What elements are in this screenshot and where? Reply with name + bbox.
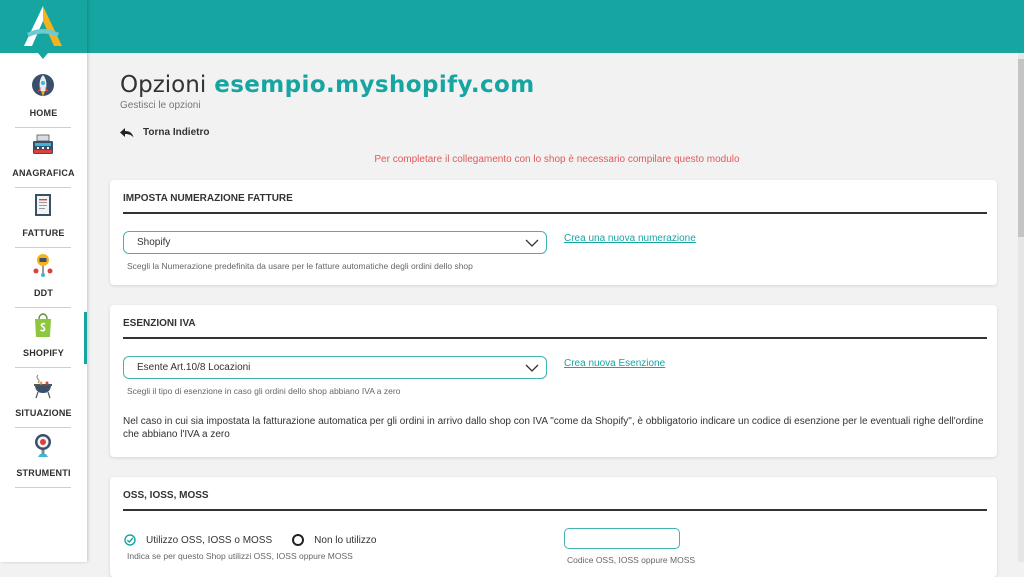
oss-card: OSS, IOSS, MOSS Utilizzo OSS, IOSS o MOS… xyxy=(110,477,997,577)
esenzione-note: Nel caso in cui sia impostata la fattura… xyxy=(123,416,984,440)
esenzioni-heading: ESENZIONI IVA xyxy=(123,318,196,329)
app-logo[interactable] xyxy=(0,0,87,53)
cash-register-icon xyxy=(33,134,53,154)
sidebar-item-label: DDT xyxy=(33,288,54,298)
chevron-down-icon xyxy=(525,364,539,372)
logo-icon xyxy=(24,6,62,46)
invoice-icon xyxy=(35,194,51,216)
oss-option-yes[interactable]: Utilizzo OSS, IOSS o MOSS xyxy=(124,534,272,546)
sidebar-nav: HOME ANAGRAFICA FATTURE DDT SHOPIFY SITU… xyxy=(0,68,87,488)
sidebar: HOME ANAGRAFICA FATTURE DDT SHOPIFY SITU… xyxy=(0,0,87,562)
numerazione-help: Scegli la Numerazione predefinita da usa… xyxy=(127,261,473,271)
top-bar xyxy=(0,0,1024,53)
barbecue-icon xyxy=(34,374,52,399)
sidebar-item-home[interactable]: HOME xyxy=(0,68,87,128)
numerazione-heading: IMPOSTA NUMERAZIONE FATTURE xyxy=(123,193,293,204)
alert-message: Per completare il collegamento con lo sh… xyxy=(374,154,740,165)
sidebar-item-strumenti[interactable]: STRUMENTI xyxy=(0,428,87,488)
delivery-note-icon xyxy=(33,254,53,277)
page-scrollbar[interactable] xyxy=(1018,53,1024,562)
sidebar-item-label: ANAGRAFICA xyxy=(12,168,75,178)
tools-icon xyxy=(35,434,51,457)
oss-heading: OSS, IOSS, MOSS xyxy=(123,490,209,501)
logo-caret xyxy=(38,53,48,59)
section-rule xyxy=(123,337,987,339)
sidebar-item-label: SITUAZIONE xyxy=(15,408,72,418)
sidebar-item-label: STRUMENTI xyxy=(16,468,71,478)
esenzioni-card: ESENZIONI IVA Esente Art.10/8 Locazioni … xyxy=(110,305,997,457)
sidebar-item-ddt[interactable]: DDT xyxy=(0,248,87,308)
sidebar-item-fatture[interactable]: FATTURE xyxy=(0,188,87,248)
new-esenzione-link[interactable]: Crea nuova Esenzione xyxy=(564,358,665,369)
numerazione-card: IMPOSTA NUMERAZIONE FATTURE Shopify Sceg… xyxy=(110,180,997,285)
section-rule xyxy=(123,212,987,214)
esenzione-help: Scegli il tipo di esenzione in caso gli … xyxy=(127,386,401,396)
back-button-label: Torna Indietro xyxy=(143,127,210,138)
esenzione-select-value: Esente Art.10/8 Locazioni xyxy=(137,362,251,373)
back-button[interactable]: Torna Indietro xyxy=(120,127,209,138)
page-subtitle: Gestisci le opzioni xyxy=(120,100,201,111)
rocket-icon xyxy=(32,74,54,97)
oss-code-input[interactable] xyxy=(564,528,680,549)
back-arrow-icon xyxy=(120,127,134,137)
numerazione-select-value: Shopify xyxy=(137,237,171,248)
chevron-down-icon xyxy=(525,239,539,247)
active-indicator xyxy=(84,312,87,364)
sidebar-item-label: HOME xyxy=(29,108,58,118)
oss-code-help: Codice OSS, IOSS oppure MOSS xyxy=(567,555,696,565)
sidebar-item-situazione[interactable]: SITUAZIONE xyxy=(0,368,87,428)
oss-radio-group: Utilizzo OSS, IOSS o MOSS Non lo utilizz… xyxy=(124,534,376,546)
oss-help: Indica se per questo Shop utilizzi OSS, … xyxy=(127,551,353,561)
section-rule xyxy=(123,509,987,511)
oss-option-yes-label: Utilizzo OSS, IOSS o MOSS xyxy=(146,534,273,546)
check-circle-icon xyxy=(124,534,136,546)
scrollbar-thumb[interactable] xyxy=(1018,59,1024,237)
radio-icon xyxy=(292,534,305,546)
new-numerazione-link[interactable]: Crea una nuova numerazione xyxy=(564,233,696,244)
oss-option-no-label: Non lo utilizzo xyxy=(314,534,377,546)
page-title-text: Opzioni xyxy=(120,72,207,98)
numerazione-select[interactable]: Shopify xyxy=(123,231,547,254)
shopify-bag-icon xyxy=(35,313,51,337)
shop-domain: esempio.myshopify.com xyxy=(214,72,535,98)
sidebar-item-label: SHOPIFY xyxy=(23,348,64,358)
divider xyxy=(15,487,71,488)
page-title: Opzioni esempio.myshopify.com xyxy=(120,72,535,98)
esenzione-select[interactable]: Esente Art.10/8 Locazioni xyxy=(123,356,547,379)
sidebar-item-label: FATTURE xyxy=(22,228,65,238)
sidebar-item-anagrafica[interactable]: ANAGRAFICA xyxy=(0,128,87,188)
sidebar-item-shopify[interactable]: SHOPIFY xyxy=(0,308,87,368)
oss-option-no[interactable]: Non lo utilizzo xyxy=(292,534,376,546)
